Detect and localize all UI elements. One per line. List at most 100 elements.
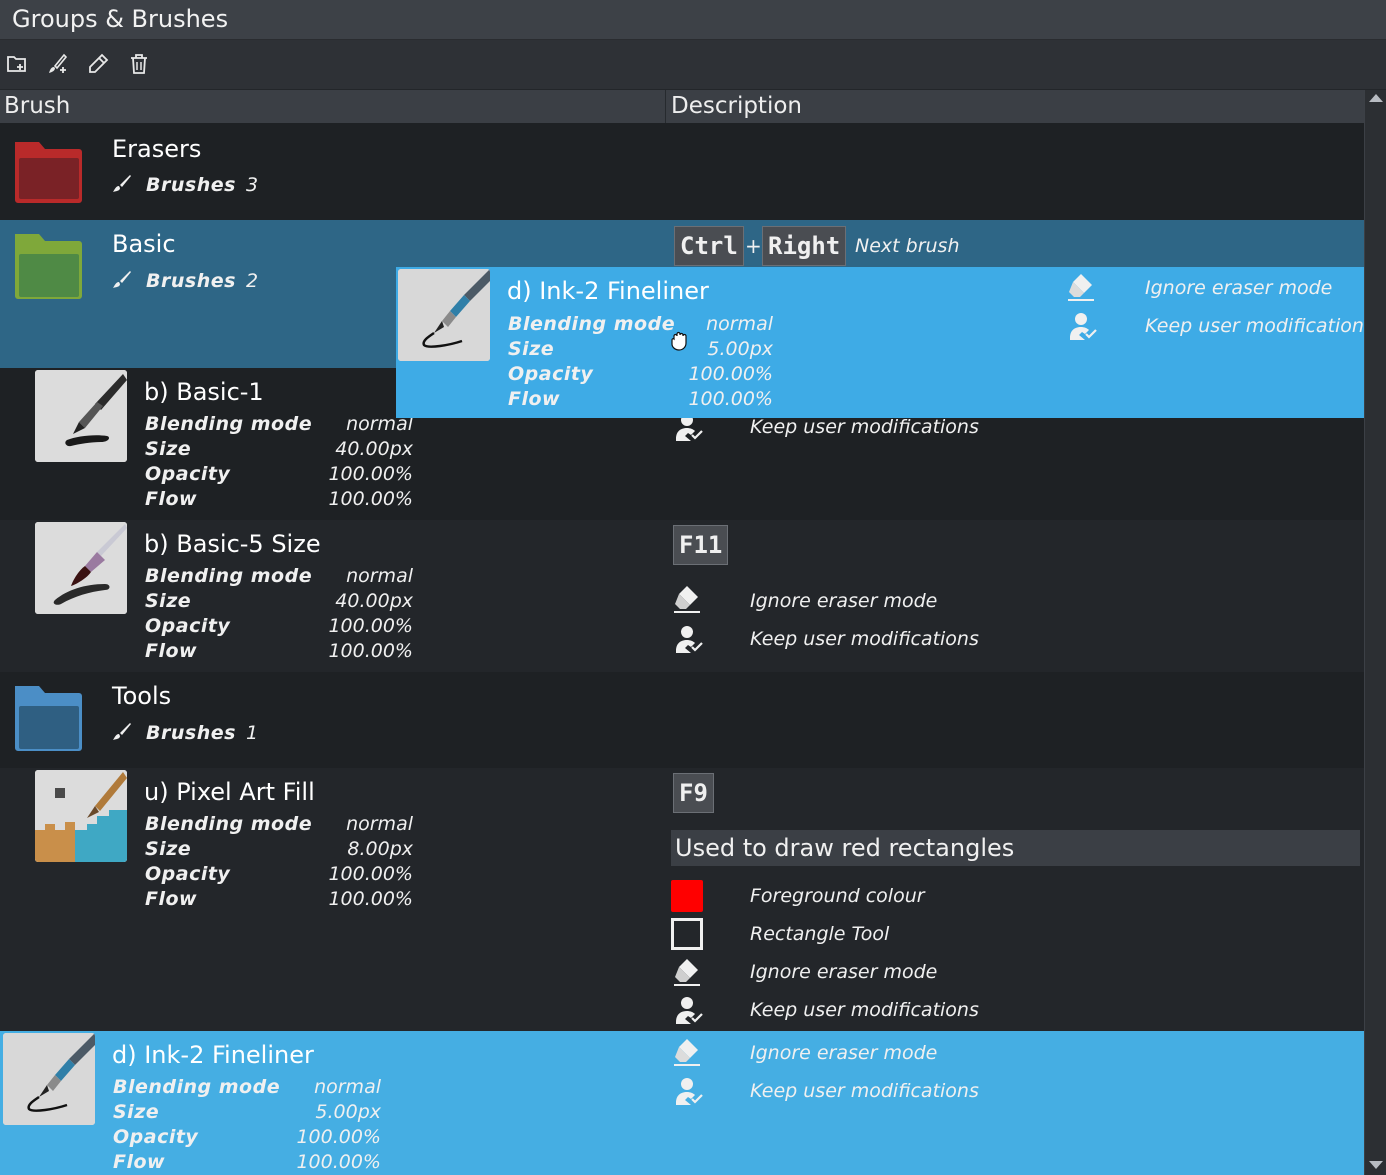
brush-row-ink-2-fineliner[interactable]: d) Ink-2 Fineliner Blending mode normal S…	[0, 1031, 1364, 1175]
new-brush-button[interactable]	[46, 52, 72, 78]
prop-value: 5.00px	[707, 338, 773, 360]
scroll-up-arrow-icon[interactable]	[1369, 94, 1383, 102]
column-brush-header[interactable]: Brush	[0, 90, 666, 123]
user-check-icon	[1070, 313, 1097, 340]
shortcut-key-ctrl: Ctrl	[674, 226, 744, 266]
scroll-down-arrow-icon[interactable]	[1369, 1161, 1383, 1169]
column-description-header[interactable]: Description	[667, 90, 1364, 123]
delete-button[interactable]	[127, 52, 153, 78]
brush-name: u) Pixel Art Fill	[144, 778, 315, 806]
group-name: Erasers	[112, 135, 202, 163]
shortcut-description: Next brush	[855, 235, 960, 257]
rectangle-tool-icon	[671, 918, 703, 950]
prop-value: 100.00%	[328, 615, 413, 637]
brush-properties: Blending mode normal Size 40.00px Opacity 1…	[145, 565, 413, 665]
prop-label: Opacity	[145, 615, 231, 637]
prop-value: normal	[346, 813, 413, 835]
fineliner-pen-icon	[3, 1033, 95, 1125]
prop-value: 100.00%	[296, 1151, 381, 1173]
keep-modifications-text: Keep user modifications	[750, 1080, 979, 1102]
blue-folder-icon	[15, 686, 82, 751]
prop-label: Opacity	[113, 1126, 199, 1148]
ignore-eraser-text: Ignore eraser mode	[1145, 277, 1333, 299]
brushes-count: 2	[245, 270, 259, 292]
group-name: Tools	[112, 682, 172, 710]
eraser-icon	[674, 586, 700, 613]
brush-thumbnail	[35, 522, 127, 614]
panel-title: Groups & Brushes	[12, 5, 229, 33]
shortcut-key: F9	[673, 773, 714, 813]
brush-comment: Used to draw red rectangles	[671, 830, 1360, 866]
eraser-icon	[674, 1039, 700, 1066]
toolbar	[0, 40, 1386, 90]
prop-label: Flow	[145, 488, 198, 510]
grab-cursor-icon	[671, 331, 687, 351]
brushes-label: Brushes	[146, 270, 236, 292]
green-folder-icon	[15, 234, 82, 299]
edit-button[interactable]	[86, 52, 112, 78]
prop-label: Size	[145, 838, 192, 860]
user-check-icon	[676, 1078, 703, 1105]
brush-tip-icon	[35, 522, 127, 614]
fineliner-pen-icon	[398, 269, 490, 361]
prop-value: normal	[314, 1076, 381, 1098]
brush-icon	[113, 723, 131, 740]
keep-modifications-text: Keep user modifications	[1145, 315, 1374, 337]
prop-label: Flow	[508, 388, 561, 410]
rectangle-tool-text: Rectangle Tool	[750, 923, 890, 945]
group-brush-count: Brushes 1	[112, 722, 258, 744]
drag-preview: d) Ink-2 Fineliner Blending mode normal S…	[396, 267, 1386, 418]
group-row-tools[interactable]: Tools Brushes 1	[0, 672, 1364, 768]
prop-value: 100.00%	[328, 888, 413, 910]
brush-properties: Blending mode normal Size 5.00px Opacity 10…	[113, 1076, 381, 1175]
brush-row-pixel-art-fill[interactable]: u) Pixel Art Fill Blending mode normal Si…	[0, 768, 1364, 1031]
panel-titlebar: Groups & Brushes	[0, 0, 1386, 40]
ignore-eraser-text: Ignore eraser mode	[750, 1042, 938, 1064]
prop-label: Size	[145, 438, 192, 460]
keep-modifications-text: Keep user modifications	[750, 999, 979, 1021]
new-folder-icon	[7, 56, 26, 72]
eraser-icon	[674, 959, 700, 986]
vertical-scrollbar[interactable]	[1364, 90, 1386, 1175]
prop-label: Blending mode	[508, 313, 676, 335]
prop-value: 100.00%	[328, 863, 413, 885]
new-folder-button[interactable]	[5, 52, 31, 78]
shortcut-key: F11	[673, 525, 729, 565]
group-row-erasers[interactable]: Erasers Brushes 3	[0, 123, 1364, 220]
brush-name: d) Ink-2 Fineliner	[507, 277, 709, 305]
column-header: Brush Description	[0, 90, 1364, 123]
prop-label: Flow	[113, 1151, 166, 1173]
prop-label: Blending mode	[113, 1076, 281, 1098]
brushes-label: Brushes	[146, 174, 236, 196]
eraser-icon	[1068, 274, 1094, 301]
brush-thumbnail	[35, 770, 127, 862]
pen-brush-icon	[35, 370, 127, 462]
prop-value: normal	[706, 313, 773, 335]
prop-label: Opacity	[508, 363, 594, 385]
brush-icon	[113, 271, 131, 288]
prop-value: 40.00px	[335, 438, 413, 460]
delete-icon	[131, 54, 147, 74]
prop-value: 100.00%	[328, 463, 413, 485]
prop-label: Blending mode	[145, 565, 313, 587]
prop-label: Size	[145, 590, 192, 612]
brush-thumbnail	[3, 1033, 95, 1125]
brush-thumbnail	[35, 370, 127, 462]
ignore-eraser-text: Ignore eraser mode	[750, 961, 938, 983]
brush-properties: Blending mode normal Size 8.00px Opacity 10…	[145, 813, 413, 913]
prop-label: Size	[113, 1101, 160, 1123]
new-brush-icon	[49, 53, 68, 73]
prop-value: 40.00px	[335, 590, 413, 612]
brush-row-basic-5-size[interactable]: b) Basic-5 Size Blending mode normal Size…	[0, 520, 1364, 672]
red-folder-icon	[15, 142, 82, 203]
prop-value: normal	[346, 565, 413, 587]
prop-value: 100.00%	[688, 363, 773, 385]
prop-label: Blending mode	[145, 813, 313, 835]
pixel-fill-icon	[35, 770, 127, 862]
group-name: Basic	[112, 230, 176, 258]
prop-label: Opacity	[145, 463, 231, 485]
brush-icon	[113, 175, 131, 192]
user-check-icon	[676, 997, 703, 1024]
shortcut-plus: +	[745, 234, 762, 258]
brush-name: d) Ink-2 Fineliner	[112, 1041, 314, 1069]
